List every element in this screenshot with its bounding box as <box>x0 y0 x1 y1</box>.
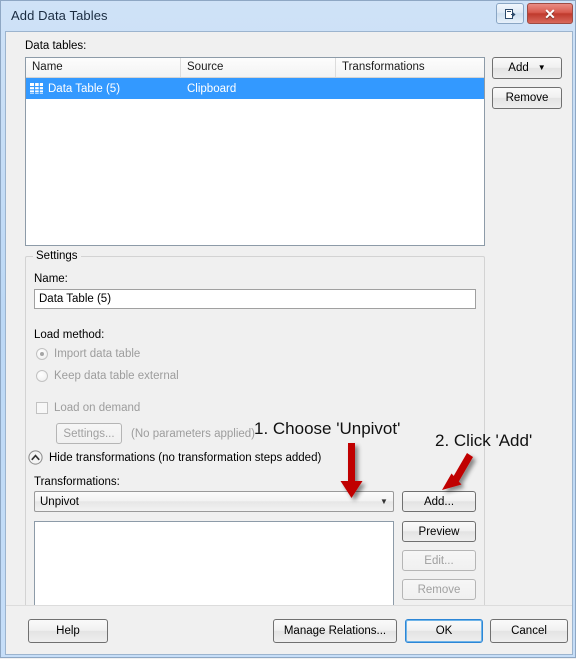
name-label: Name: <box>34 273 68 285</box>
ok-label: OK <box>435 625 453 637</box>
data-table-icon <box>30 83 43 94</box>
add-transformation-button[interactable]: Add... <box>402 491 476 512</box>
radio-import-label: Import data table <box>54 348 141 360</box>
parameter-settings-button[interactable]: Settings... <box>56 423 122 444</box>
table-row[interactable]: Data Table (5) Clipboard <box>26 78 484 99</box>
ok-button[interactable]: OK <box>405 619 483 643</box>
radio-unchecked-icon <box>36 370 48 382</box>
load-on-demand-label: Load on demand <box>54 402 141 414</box>
window-title: Add Data Tables <box>11 8 108 23</box>
close-button[interactable]: ✕ <box>527 3 573 24</box>
add-data-table-button[interactable]: Add ▼ <box>492 57 562 79</box>
dialog-client-area: Data tables: Name Source Transformations <box>5 31 573 655</box>
checkbox-unchecked-icon <box>36 402 48 414</box>
radio-keep-external-label: Keep data table external <box>54 370 179 382</box>
help-label: Help <box>56 625 80 637</box>
chevron-up-circle-icon <box>28 450 43 465</box>
title-bar[interactable]: Add Data Tables ✕ <box>1 1 576 31</box>
hide-transformations-expander[interactable]: Hide transformations (no transformation … <box>28 450 321 465</box>
remove-transformation-label: Remove <box>417 583 461 596</box>
chevron-down-icon: ▼ <box>380 496 388 506</box>
transformations-label: Transformations: <box>34 476 120 488</box>
edit-label: Edit... <box>424 554 454 567</box>
transformations-listbox[interactable] <box>34 521 394 607</box>
edit-transformation-button[interactable]: Edit... <box>402 550 476 571</box>
preview-label: Preview <box>418 525 460 538</box>
row-name-text: Data Table (5) <box>48 82 121 95</box>
help-button[interactable]: Help <box>28 619 108 643</box>
parameter-settings-label: Settings... <box>63 427 115 440</box>
listview-header: Name Source Transformations <box>26 58 484 78</box>
data-tables-label: Data tables: <box>25 40 87 52</box>
preview-transformation-button[interactable]: Preview <box>402 521 476 542</box>
add-button-label: Add <box>508 62 529 74</box>
row-cell-source: Clipboard <box>187 82 237 95</box>
cancel-button[interactable]: Cancel <box>490 619 568 643</box>
radio-checked-icon <box>36 348 48 360</box>
context-help-icon[interactable] <box>496 3 524 24</box>
settings-group-title: Settings <box>33 250 81 262</box>
manage-relations-button[interactable]: Manage Relations... <box>273 619 397 643</box>
remove-transformation-button[interactable]: Remove <box>402 579 476 600</box>
parameters-note: (No parameters applied) <box>131 428 256 440</box>
checkbox-load-on-demand[interactable]: Load on demand <box>36 402 140 414</box>
column-header-name[interactable]: Name <box>26 58 181 77</box>
annotation-step-1-text: 1. Choose 'Unpivot' <box>254 419 401 438</box>
close-icon: ✕ <box>544 5 556 22</box>
remove-data-table-button[interactable]: Remove <box>492 87 562 109</box>
column-header-source[interactable]: Source <box>181 58 336 77</box>
annotation-step-2-text: 2. Click 'Add' <box>435 431 533 450</box>
cancel-label: Cancel <box>511 625 547 637</box>
load-method-label: Load method: <box>34 329 105 341</box>
remove-button-label: Remove <box>505 92 549 104</box>
add-transformation-label: Add... <box>423 495 455 508</box>
chevron-down-icon: ▼ <box>537 63 546 72</box>
context-help-glyph <box>505 8 516 19</box>
radio-import-data-table[interactable]: Import data table <box>36 348 140 360</box>
radio-keep-data-table-external[interactable]: Keep data table external <box>36 370 179 382</box>
title-bar-buttons: ✕ <box>496 3 573 24</box>
add-data-tables-dialog: Add Data Tables ✕ Data tables: Name Sour… <box>0 0 576 658</box>
data-tables-listview[interactable]: Name Source Transformations Data Table (… <box>25 57 485 246</box>
manage-relations-label: Manage Relations... <box>283 625 387 637</box>
transformation-select[interactable]: Unpivot ▼ <box>34 491 394 512</box>
row-cell-name: Data Table (5) <box>26 83 181 95</box>
expander-label: Hide transformations (no transformation … <box>49 451 322 464</box>
transformation-selected-value: Unpivot <box>40 495 79 508</box>
column-header-transformations[interactable]: Transformations <box>336 58 484 77</box>
name-input[interactable]: Data Table (5) <box>34 289 476 309</box>
